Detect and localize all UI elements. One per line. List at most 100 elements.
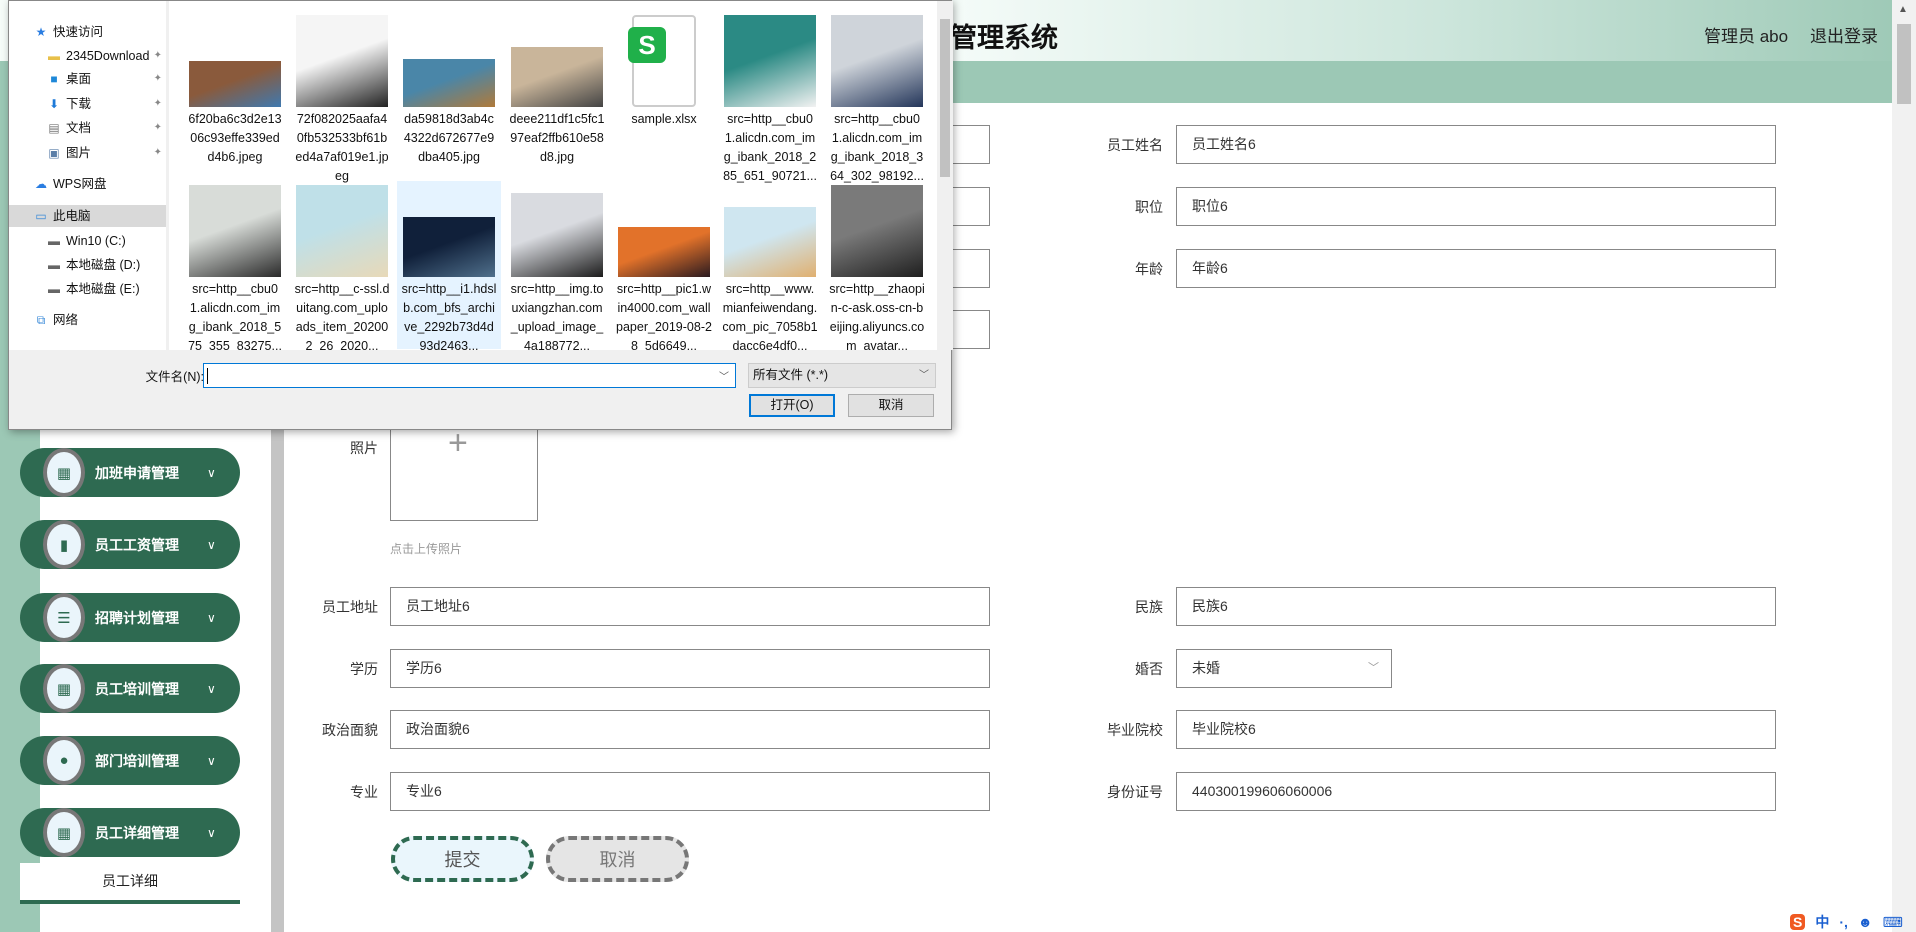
photo-upload-box[interactable]: +	[390, 419, 538, 521]
wps-s-icon: S	[628, 27, 666, 63]
right-row-3-input[interactable]: 440300199606060006	[1176, 772, 1776, 811]
image-thumbnail	[296, 15, 388, 107]
chevron-down-icon[interactable]: ∨	[207, 826, 216, 840]
nav-item-label: Win10 (C:)	[66, 234, 126, 248]
photo-label: 照片	[350, 440, 378, 456]
image-thumbnail	[296, 185, 388, 277]
nav-item[interactable]: ⧉ 网络	[9, 309, 166, 331]
left-row-3-input[interactable]: 专业6	[390, 772, 990, 811]
ime-mode[interactable]: 中	[1815, 912, 1829, 932]
chevron-down-icon[interactable]: ﹀	[719, 368, 729, 383]
right-field-2-input[interactable]: 年龄6	[1176, 249, 1776, 288]
left-row-1-value: 学历6	[406, 660, 442, 676]
nav-item[interactable]: ▬ 2345Download ✦	[9, 45, 166, 67]
grid-icon: ▦	[43, 448, 85, 497]
nav-item[interactable]: ▤ 文档 ✦	[9, 117, 166, 139]
chevron-down-icon[interactable]: ∨	[207, 611, 216, 625]
file-item[interactable]: 6f20ba6c3d2e1306c93effe339edd4b6.jpeg	[183, 11, 287, 181]
file-item[interactable]: da59818d3ab4c4322d672677e9dba405.jpg	[397, 11, 501, 181]
text-caret	[207, 368, 208, 384]
sidebar-item[interactable]: ▦ 员工详细管理 ∨	[20, 808, 240, 857]
nav-item-label: WPS网盘	[53, 177, 107, 191]
right-row-1-select[interactable]: 未婚 ﹀	[1176, 649, 1392, 688]
file-name: src=http__cbu01.alicdn.com_img_ibank_201…	[723, 112, 817, 183]
sidebar-item[interactable]: ▦ 员工培训管理 ∨	[20, 664, 240, 713]
page-scrollbar[interactable]: ▲	[1892, 0, 1916, 932]
nav-item[interactable]: ▬ 本地磁盘 (D:)	[9, 254, 166, 276]
file-name: src=http__cbu01.alicdn.com_img_ibank_201…	[830, 112, 924, 183]
file-item[interactable]: src=http__img.touxiangzhan.com_upload_im…	[505, 181, 609, 350]
dialog-scrollbar[interactable]	[937, 1, 953, 350]
sidebar-item-label: 部门培训管理	[95, 752, 179, 769]
nav-item-label: 2345Download	[66, 49, 150, 63]
pin-icon: ✦	[153, 147, 162, 158]
image-thumbnail	[511, 193, 603, 277]
chevron-down-icon[interactable]: ∨	[207, 754, 216, 768]
admin-user-label: 管理员 abo	[1704, 27, 1789, 46]
file-item[interactable]: src=http__cbu01.alicdn.com_img_ibank_201…	[825, 11, 929, 183]
emoji-icon[interactable]: ☻	[1858, 914, 1873, 930]
scroll-up-icon[interactable]: ▲	[1898, 4, 1908, 15]
nav-item[interactable]: ■ 桌面 ✦	[9, 68, 166, 90]
sidebar-item[interactable]: ● 部门培训管理 ∨	[20, 736, 240, 785]
nav-item[interactable]: ▣ 图片 ✦	[9, 142, 166, 164]
submenu-item-employee-detail[interactable]: 员工详细	[20, 863, 240, 904]
file-item[interactable]: src=http__www.mianfeiwendang.com_pic_705…	[718, 181, 822, 350]
scrollbar-thumb[interactable]	[940, 19, 950, 177]
file-item[interactable]: src=http__cbu01.alicdn.com_img_ibank_201…	[718, 11, 822, 183]
right-row-2-input[interactable]: 毕业院校6	[1176, 710, 1776, 749]
file-item[interactable]: src=http__c-ssl.duitang.com_uploads_item…	[290, 181, 394, 350]
sidebar-item[interactable]: ☰ 招聘计划管理 ∨	[20, 593, 240, 642]
sidebar-item[interactable]: ▮ 员工工资管理 ∨	[20, 520, 240, 569]
sidebar-item-label: 员工工资管理	[95, 536, 179, 553]
file-name: src=http__i1.hdslb.com_bfs_archive_2292b…	[401, 282, 497, 350]
nav-item[interactable]: ▬ 本地磁盘 (E:)	[9, 278, 166, 300]
filename-input[interactable]: ﹀	[203, 363, 736, 388]
logout-link[interactable]: 退出登录	[1810, 22, 1878, 47]
chevron-down-icon[interactable]: ∨	[207, 682, 216, 696]
right-row-0-input[interactable]: 民族6	[1176, 587, 1776, 626]
file-name: 6f20ba6c3d2e1306c93effe339edd4b6.jpeg	[188, 112, 282, 164]
right-field-1-input[interactable]: 职位6	[1176, 187, 1776, 226]
chevron-down-icon[interactable]: ∨	[207, 538, 216, 552]
punct-mode[interactable]: ·,	[1839, 914, 1848, 930]
file-item[interactable]: src=http__zhaopin-c-ask.oss-cn-beijing.a…	[825, 181, 929, 350]
left-row-3-value: 专业6	[406, 783, 442, 799]
file-item[interactable]: src=http__i1.hdslb.com_bfs_archive_2292b…	[397, 181, 501, 350]
sidebar-item-label: 加班申请管理	[95, 464, 179, 481]
dialog-cancel-button[interactable]: 取消	[848, 394, 934, 417]
sidebar-item-label: 员工培训管理	[95, 680, 179, 697]
file-item[interactable]: src=http__cbu01.alicdn.com_img_ibank_201…	[183, 181, 287, 350]
upload-hint: 点击上传照片	[390, 542, 463, 556]
chevron-down-icon[interactable]: ∨	[207, 466, 216, 480]
left-row-0-input[interactable]: 员工地址6	[390, 587, 990, 626]
sidebar-item[interactable]: ▦ 加班申请管理 ∨	[20, 448, 240, 497]
right-field-0-label: 员工姓名	[1107, 137, 1163, 153]
ime-tray[interactable]: S 中 ·, ☻ ⌨	[1790, 912, 1903, 932]
file-item[interactable]: src=http__pic1.win4000.com_wallpaper_201…	[612, 181, 716, 350]
nav-item[interactable]: ▬ Win10 (C:)	[9, 230, 166, 252]
sogou-icon[interactable]: S	[1790, 914, 1806, 930]
scrollbar-thumb[interactable]	[1897, 24, 1911, 104]
file-item[interactable]: 72f082025aafa40fb532533bf61bed4a7af019e1…	[290, 11, 394, 183]
left-row-1-input[interactable]: 学历6	[390, 649, 990, 688]
keyboard-icon[interactable]: ⌨	[1883, 914, 1903, 931]
sidebar-item-label: 招聘计划管理	[95, 609, 179, 626]
file-type-select[interactable]: 所有文件 (*.*) ﹀	[748, 363, 936, 388]
nav-item-label: 网络	[53, 313, 79, 327]
right-field-0-input[interactable]: 员工姓名6	[1176, 125, 1776, 164]
file-item[interactable]: deee211df1c5fc197eaf2ffb610e58d8.jpg	[505, 11, 609, 181]
right-row-1-label: 婚否	[1135, 661, 1163, 677]
nav-item[interactable]: ☁ WPS网盘	[9, 173, 166, 195]
nav-item[interactable]: ★ 快速访问	[9, 21, 166, 43]
nav-item[interactable]: ⬇ 下载 ✦	[9, 93, 166, 115]
nav-item[interactable]: ▭ 此电脑	[9, 205, 166, 227]
file-name: sample.xlsx	[631, 112, 697, 126]
computer-icon: ▭	[35, 209, 47, 223]
submit-button[interactable]: 提交	[391, 836, 534, 882]
right-row-3-label: 身份证号	[1107, 784, 1163, 800]
left-row-2-input[interactable]: 政治面貌6	[390, 710, 990, 749]
open-button[interactable]: 打开(O)	[749, 394, 835, 417]
cancel-button[interactable]: 取消	[546, 836, 689, 882]
file-item[interactable]: Ssample.xlsx	[612, 11, 716, 181]
